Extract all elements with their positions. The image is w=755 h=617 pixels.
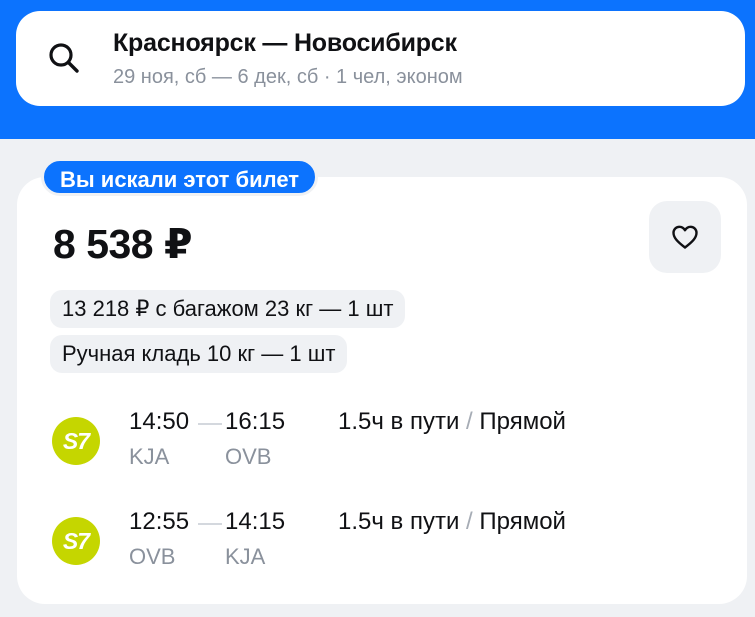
arrival-time: 16:15 [225, 408, 286, 435]
carry-on-chip: Ручная кладь 10 кг — 1 шт [50, 335, 348, 373]
time-divider [198, 423, 222, 425]
flight-type: Прямой [479, 508, 566, 535]
duration-text: 1.5ч в пути [338, 408, 460, 435]
arrival-airport-code: KJA [225, 544, 266, 569]
departure-time: 12:55 [129, 508, 190, 535]
airline-logo-icon: S7 [52, 517, 100, 565]
search-bar[interactable] [16, 11, 745, 106]
departure-airport-code: KJA [129, 444, 170, 469]
search-icon[interactable] [46, 40, 82, 76]
departure-time: 14:50 [129, 408, 190, 435]
heart-icon [672, 225, 698, 249]
time-divider [198, 523, 222, 525]
airline-logo-text: S7 [62, 527, 90, 554]
flight-segment-outbound: S7 14:50 16:15 KJA OVB 1.5ч в пути / Пря… [0, 405, 755, 475]
flight-type: Прямой [479, 408, 566, 435]
duration-separator: / [466, 408, 473, 435]
arrival-airport-code: OVB [225, 444, 272, 469]
arrival-time: 14:15 [225, 508, 286, 535]
search-details[interactable]: 29 ноя, сб — 6 дек, сб · 1 чел, эконом [113, 66, 463, 89]
duration-separator: / [466, 508, 473, 535]
baggage-option-chip[interactable]: 13 218 ₽ с багажом 23 кг — 1 шт [50, 290, 406, 328]
searched-ticket-badge: Вы искали этот билет [41, 158, 319, 196]
flight-segment-return: S7 12:55 14:15 OVB KJA 1.5ч в пути / Пря… [0, 505, 755, 575]
airline-logo-text: S7 [62, 427, 90, 454]
favorite-button[interactable] [649, 201, 721, 273]
departure-airport-code: OVB [129, 544, 176, 569]
flight-duration: 1.5ч в пути / Прямой [338, 408, 566, 436]
ticket-price: 8 538 ₽ [53, 221, 193, 267]
route-title[interactable]: Красноярск — Новосибирск [113, 29, 457, 58]
airline-logo-icon: S7 [52, 417, 100, 465]
flight-duration: 1.5ч в пути / Прямой [338, 508, 566, 536]
duration-text: 1.5ч в пути [338, 508, 460, 535]
